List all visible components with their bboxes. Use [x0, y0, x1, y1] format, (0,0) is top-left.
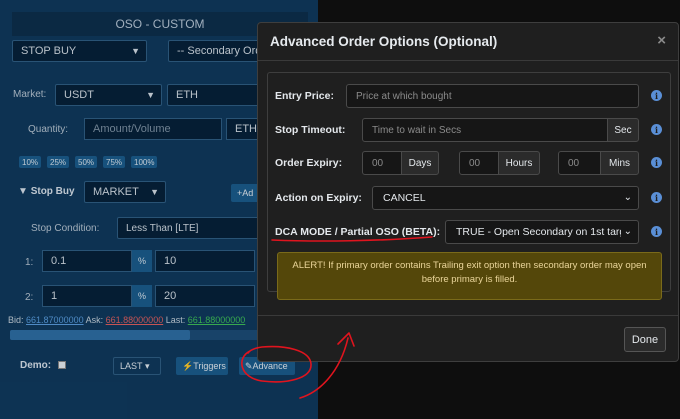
stop-timeout-placeholder: Time to wait in Secs: [372, 124, 462, 136]
entry-price-row: Entry Price: Price at which bought i: [268, 84, 670, 108]
info-icon[interactable]: i: [651, 192, 662, 203]
entry-price-label: Entry Price:: [275, 90, 334, 102]
expiry-mins-unit: Mins: [600, 151, 639, 175]
expiry-hours-unit: Hours: [498, 151, 540, 175]
expiry-hours-placeholder: 00: [469, 157, 481, 169]
info-icon[interactable]: i: [651, 124, 662, 135]
chevron-down-icon: ⌄: [620, 192, 632, 203]
stop-timeout-input[interactable]: Time to wait in Secs: [362, 118, 608, 142]
dca-mode-value: TRUE - Open Secondary on 1st targe: [456, 226, 632, 238]
alert-text: ALERT! If primary order contains Trailin…: [292, 260, 647, 285]
action-on-expiry-value: CANCEL: [383, 192, 426, 204]
action-on-expiry-row: Action on Expiry: CANCEL ⌄ i: [268, 186, 670, 210]
info-icon[interactable]: i: [651, 226, 662, 237]
action-on-expiry-select[interactable]: CANCEL ⌄: [372, 186, 639, 210]
alert-warning: ALERT! If primary order contains Trailin…: [277, 252, 662, 300]
expiry-days-unit: Days: [401, 151, 439, 175]
expiry-days-placeholder: 00: [372, 157, 384, 169]
expiry-days-input[interactable]: 00: [362, 151, 402, 175]
dca-mode-select[interactable]: TRUE - Open Secondary on 1st targe ⌄: [445, 220, 639, 244]
info-icon[interactable]: i: [651, 90, 662, 101]
expiry-hours-input[interactable]: 00: [459, 151, 499, 175]
entry-price-input[interactable]: Price at which bought: [346, 84, 639, 108]
done-button[interactable]: Done: [624, 327, 666, 352]
stop-timeout-unit: Sec: [607, 118, 639, 142]
modal-title: Advanced Order Options (Optional): [270, 34, 498, 49]
action-on-expiry-label: Action on Expiry:: [275, 192, 362, 204]
order-expiry-label: Order Expiry:: [275, 157, 343, 169]
dca-mode-label: DCA MODE / Partial OSO (BETA):: [275, 226, 441, 238]
chevron-down-icon: ⌄: [620, 226, 632, 237]
stop-timeout-label: Stop Timeout:: [275, 124, 346, 136]
order-expiry-row: Order Expiry: 00 Days 00 Hours 00 Mins i: [268, 151, 670, 175]
modal-footer-divider: [258, 315, 678, 316]
stop-timeout-row: Stop Timeout: Time to wait in Secs Sec i: [268, 118, 670, 142]
expiry-mins-placeholder: 00: [568, 157, 580, 169]
close-icon[interactable]: ×: [657, 32, 666, 49]
entry-price-placeholder: Price at which bought: [356, 90, 452, 102]
info-icon[interactable]: i: [651, 157, 662, 168]
modal-header: Advanced Order Options (Optional) ×: [258, 23, 678, 61]
expiry-mins-input[interactable]: 00: [558, 151, 601, 175]
modal-body: Entry Price: Price at which bought i Sto…: [267, 72, 671, 300]
dca-mode-row: DCA MODE / Partial OSO (BETA): TRUE - Op…: [268, 220, 670, 244]
advanced-order-options-modal: Advanced Order Options (Optional) × Entr…: [257, 22, 679, 362]
